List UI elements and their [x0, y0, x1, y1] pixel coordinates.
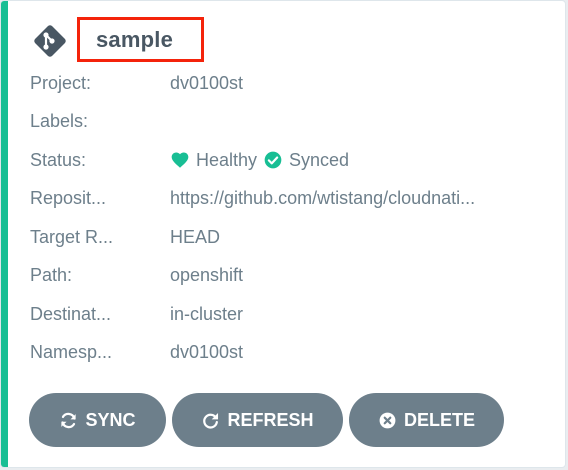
- labels-label: Labels:: [30, 111, 89, 132]
- namespace-label: Namesp...: [30, 342, 113, 363]
- destination-value: in-cluster: [170, 303, 244, 324]
- health-status-bar: [1, 1, 8, 467]
- refresh-button-label: REFRESH: [227, 409, 314, 430]
- status-label: Status:: [30, 149, 87, 170]
- application-tile[interactable]: sample Project: dv0100st Labels: Status:…: [0, 0, 566, 468]
- app-details: Project: dv0100st Labels: Status: Health…: [30, 64, 550, 372]
- health-status-text: Healthy: [196, 149, 258, 170]
- project-value: dv0100st: [170, 72, 244, 93]
- status-value: Healthy Synced: [170, 150, 349, 171]
- repository-row: Reposit... https://github.com/wtistang/c…: [30, 180, 550, 219]
- sync-button-label: SYNC: [85, 409, 136, 430]
- path-label: Path:: [30, 265, 73, 286]
- target-revision-row: Target R... HEAD: [30, 218, 550, 257]
- namespace-value: dv0100st: [170, 342, 244, 363]
- status-row: Status: Healthy Synced: [30, 141, 550, 180]
- app-title-highlight: sample: [77, 17, 204, 62]
- project-label: Project:: [30, 72, 92, 93]
- times-circle-icon: [379, 412, 396, 428]
- destination-row: Destinat... in-cluster: [30, 295, 550, 334]
- sync-status-text: Synced: [289, 149, 350, 170]
- repository-value: https://github.com/wtistang/cloudnati...: [170, 188, 476, 209]
- namespace-row: Namesp... dv0100st: [30, 334, 550, 373]
- refresh-button[interactable]: REFRESH: [172, 393, 343, 447]
- labels-row: Labels:: [30, 103, 550, 142]
- target-revision-label: Target R...: [30, 226, 114, 247]
- check-circle-icon: [264, 151, 282, 169]
- heart-icon: [171, 152, 189, 168]
- app-title[interactable]: sample: [96, 27, 173, 53]
- redo-icon: [203, 412, 219, 429]
- delete-button[interactable]: DELETE: [349, 393, 504, 447]
- sync-icon: [61, 412, 77, 428]
- target-revision-value: HEAD: [170, 226, 221, 247]
- repository-label: Reposit...: [30, 188, 107, 209]
- tile-actions: SYNC REFRESH DELETE: [29, 393, 504, 447]
- delete-button-label: DELETE: [403, 409, 475, 430]
- git-icon: [34, 25, 66, 57]
- project-row: Project: dv0100st: [30, 64, 550, 103]
- path-row: Path: openshift: [30, 257, 550, 296]
- path-value: openshift: [170, 265, 244, 286]
- tile-header: [30, 19, 70, 63]
- destination-label: Destinat...: [30, 303, 112, 324]
- sync-button[interactable]: SYNC: [29, 393, 166, 447]
